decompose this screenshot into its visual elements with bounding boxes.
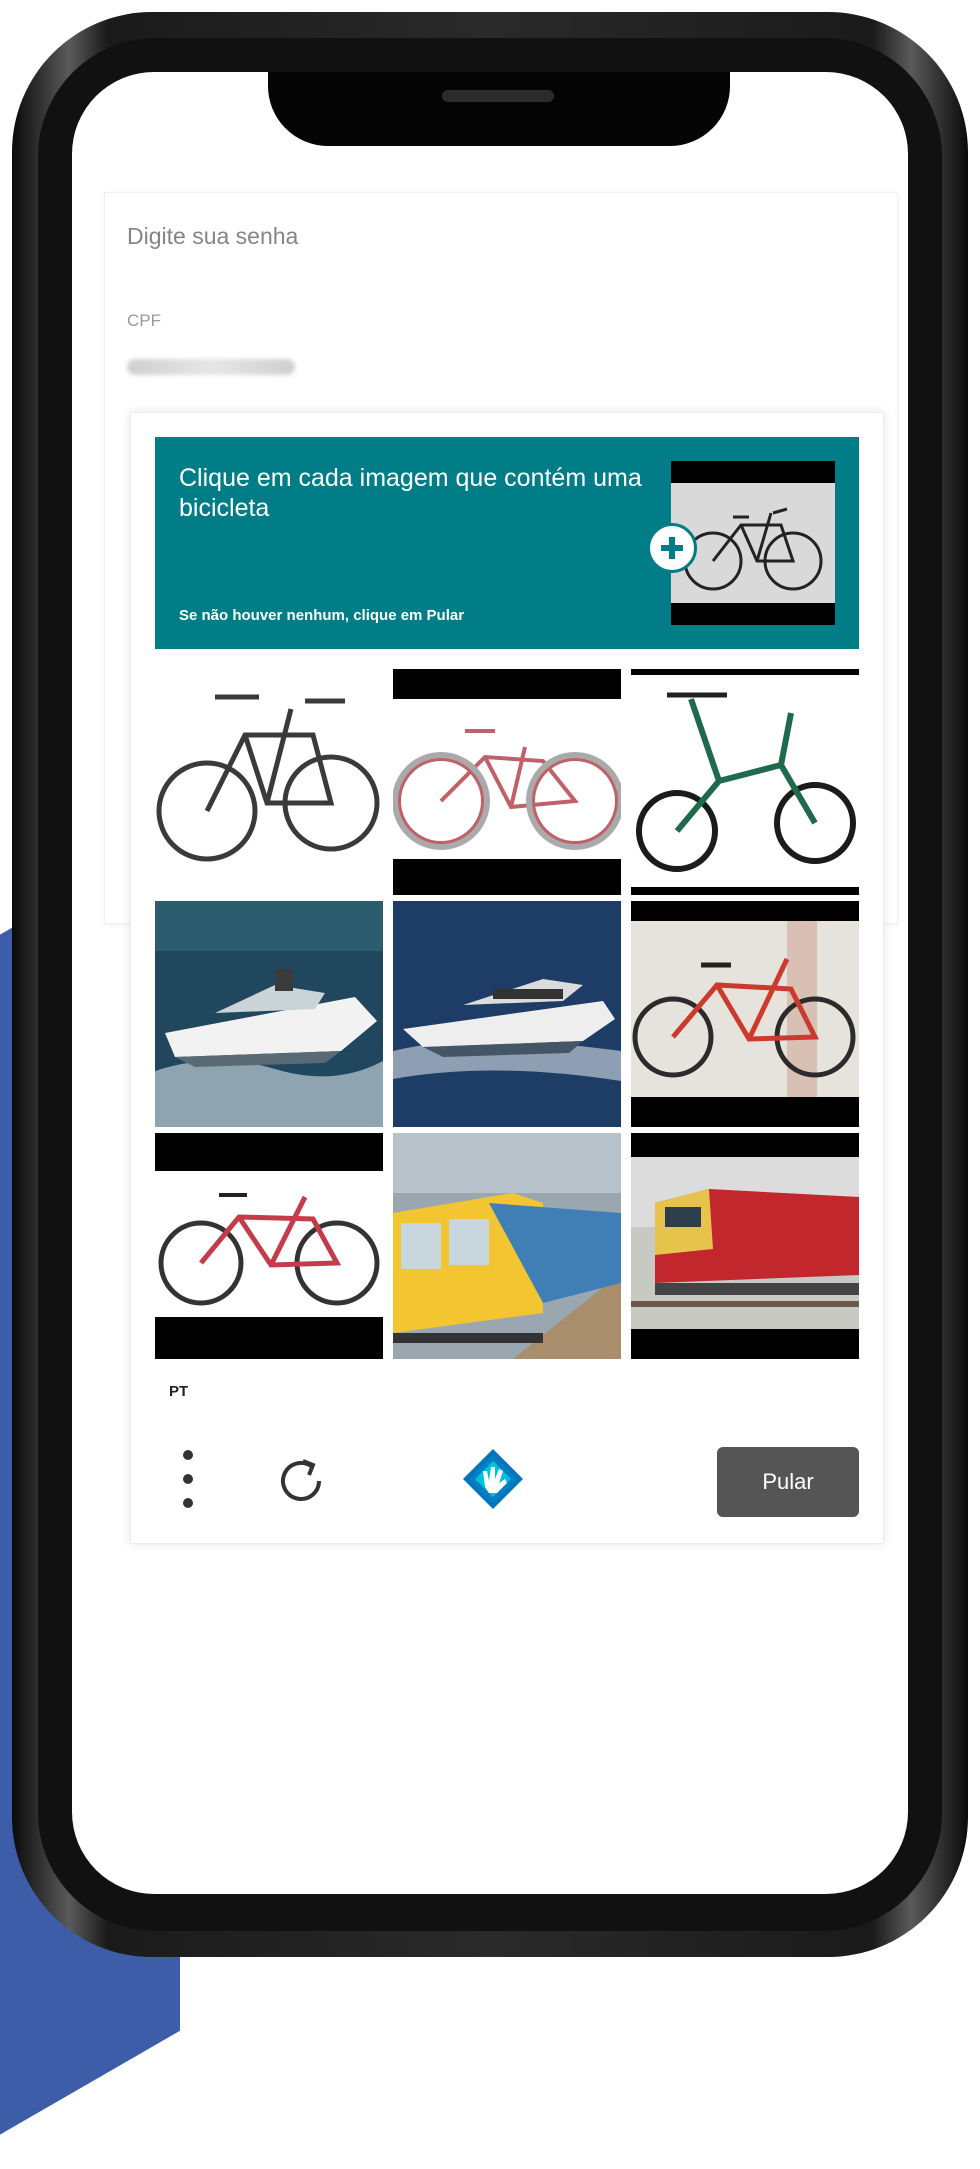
captcha-tile-8[interactable]	[393, 1133, 621, 1359]
captcha-tile-7[interactable]	[155, 1133, 383, 1359]
skip-button[interactable]: Pular	[717, 1447, 859, 1517]
captcha-tile-1[interactable]	[155, 669, 383, 895]
speaker-grille	[442, 90, 554, 102]
captcha-banner: Clique em cada imagem que contém uma bic…	[155, 437, 859, 649]
language-indicator[interactable]: PT	[169, 1383, 188, 1400]
captcha-tile-6[interactable]	[631, 901, 859, 1127]
captcha-tile-4[interactable]	[155, 901, 383, 1127]
card-title: Digite sua senha	[127, 223, 299, 249]
refresh-icon[interactable]	[273, 1453, 329, 1509]
phone-notch	[268, 72, 730, 146]
captcha-widget: Clique em cada imagem que contém uma bic…	[130, 412, 884, 1544]
cpf-label: CPF	[127, 311, 161, 330]
captcha-prompt: Clique em cada imagem que contém uma bic…	[179, 464, 642, 522]
captcha-tile-3[interactable]	[631, 669, 859, 895]
captcha-tile-9[interactable]	[631, 1133, 859, 1359]
captcha-image-grid	[155, 669, 859, 1359]
cpf-value-redacted	[127, 359, 295, 375]
hcaptcha-logo-icon	[461, 1447, 525, 1511]
captcha-subprompt: Se não houver nenhum, clique em Pular	[179, 607, 465, 624]
menu-dots-icon[interactable]	[181, 1447, 195, 1511]
captcha-tile-5[interactable]	[393, 901, 621, 1127]
expand-sample-icon[interactable]	[647, 523, 697, 573]
captcha-tile-2[interactable]	[393, 669, 621, 895]
